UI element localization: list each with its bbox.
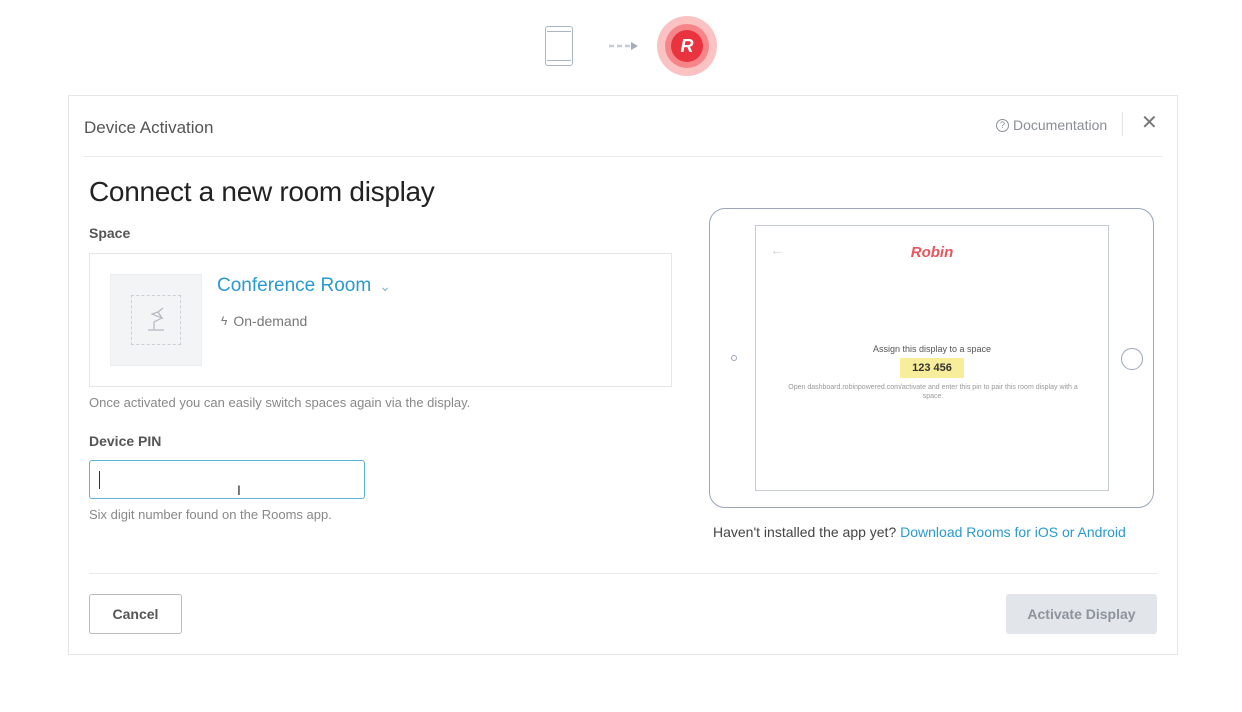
camera-icon bbox=[731, 355, 737, 361]
activate-display-button[interactable]: Activate Display bbox=[1006, 594, 1157, 634]
space-card: Conference Room ⌄ ϟ On-demand bbox=[89, 253, 672, 387]
dashed-arrow-icon bbox=[609, 42, 638, 50]
text-caret bbox=[99, 471, 100, 489]
install-prompt-text: Haven't installed the app yet? bbox=[713, 524, 897, 540]
tablet-screen: ← Robin Assign this display to a space 1… bbox=[755, 225, 1109, 491]
cancel-button[interactable]: Cancel bbox=[89, 594, 182, 634]
lamp-icon bbox=[148, 307, 164, 331]
modal-title: Device Activation bbox=[84, 118, 214, 137]
tablet-preview: ← Robin Assign this display to a space 1… bbox=[709, 208, 1154, 508]
tablet-icon bbox=[545, 26, 573, 66]
robin-logo: R bbox=[657, 16, 717, 76]
space-name: Conference Room bbox=[217, 275, 372, 296]
device-pin-input[interactable] bbox=[89, 460, 365, 499]
bolt-icon: ϟ bbox=[221, 314, 228, 328]
device-activation-modal: Device Activation ? Documentation ✕ Conn… bbox=[68, 95, 1178, 655]
download-rooms-link[interactable]: Download Rooms for iOS or Android bbox=[900, 524, 1126, 540]
documentation-label: Documentation bbox=[1013, 117, 1108, 133]
space-label: Space bbox=[89, 225, 131, 241]
home-button-icon bbox=[1121, 348, 1143, 370]
header-divider bbox=[1122, 112, 1123, 136]
help-icon: ? bbox=[996, 118, 1009, 132]
documentation-link[interactable]: ? Documentation bbox=[996, 117, 1107, 133]
space-thumbnail bbox=[110, 274, 202, 366]
chevron-down-icon: ⌄ bbox=[379, 277, 391, 294]
preview-assign-text: Assign this display to a space bbox=[872, 344, 992, 354]
preview-instructions: Open dashboard.robinpowered.com/activate… bbox=[788, 384, 1078, 400]
text-cursor-icon: I bbox=[237, 482, 241, 498]
footer-divider bbox=[89, 573, 1157, 574]
page-title: Connect a new room display bbox=[89, 176, 435, 207]
install-prompt: Haven't installed the app yet? Download … bbox=[713, 524, 1126, 540]
space-type: ϟ On-demand bbox=[221, 313, 307, 329]
header-divider-line bbox=[84, 156, 1162, 157]
space-selector[interactable]: Conference Room ⌄ bbox=[217, 275, 391, 297]
preview-brand: Robin bbox=[910, 244, 954, 261]
device-pin-label: Device PIN bbox=[89, 433, 162, 449]
preview-pin: 123 456 bbox=[900, 358, 964, 378]
pin-help-text: Six digit number found on the Rooms app. bbox=[89, 507, 332, 522]
activation-illustration: R bbox=[0, 0, 1242, 95]
close-icon[interactable]: ✕ bbox=[1141, 113, 1158, 133]
space-help-text: Once activated you can easily switch spa… bbox=[89, 395, 471, 410]
space-type-label: On-demand bbox=[233, 313, 308, 329]
